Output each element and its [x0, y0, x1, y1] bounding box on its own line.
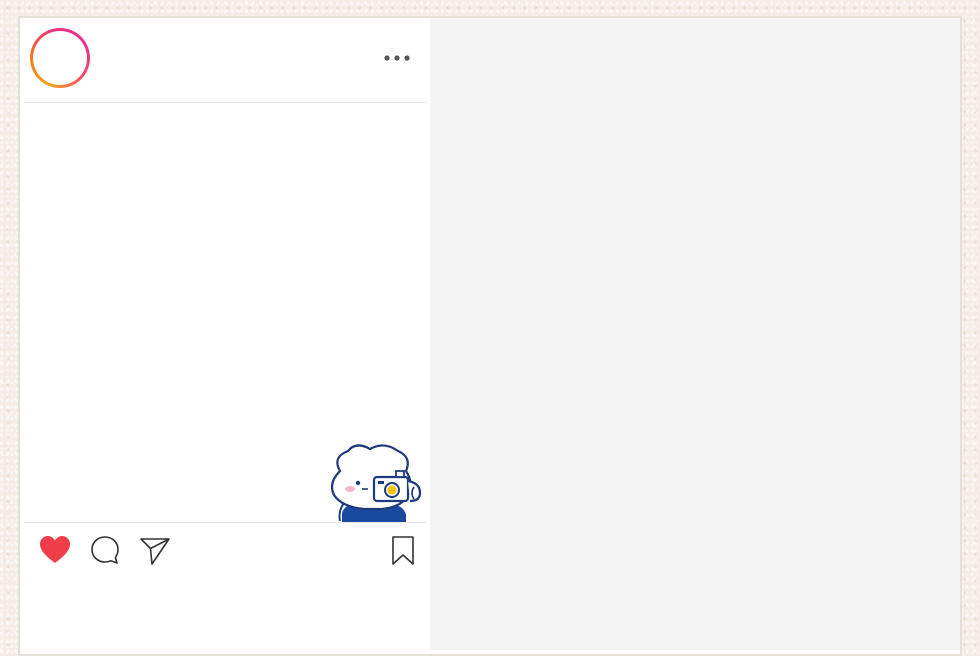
share-button[interactable]	[138, 533, 172, 567]
save-button[interactable]	[386, 533, 420, 567]
post-actions-bar	[24, 522, 426, 573]
caption-panel	[430, 18, 960, 650]
comment-icon	[91, 536, 119, 564]
like-button[interactable]	[38, 533, 72, 567]
bear-camera-illustration	[330, 444, 422, 522]
avatar-placeholder	[33, 31, 87, 85]
more-options-icon	[384, 55, 410, 61]
more-options-button[interactable]	[380, 46, 414, 70]
bookmark-icon	[392, 536, 414, 565]
post-card	[20, 18, 430, 650]
profile-avatar[interactable]	[30, 28, 90, 88]
heart-icon	[40, 536, 70, 563]
send-icon	[140, 538, 170, 565]
post-image	[24, 103, 426, 522]
comment-button[interactable]	[88, 533, 122, 567]
post-header	[24, 18, 426, 103]
